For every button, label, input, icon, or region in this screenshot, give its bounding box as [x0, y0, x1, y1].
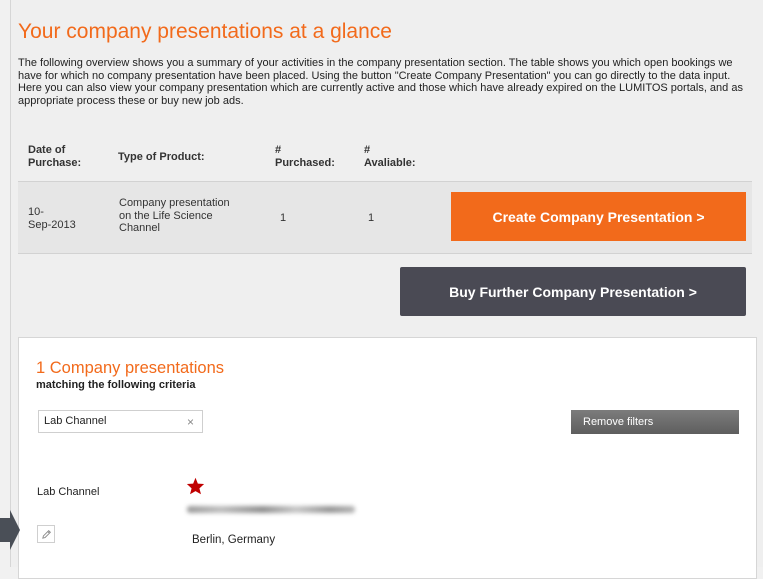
page-title: Your company presentations at a glance: [18, 20, 392, 43]
create-company-presentation-button[interactable]: Create Company Presentation >: [451, 192, 746, 241]
results-card: 1 Company presentations matching the fol…: [18, 337, 757, 579]
results-subtitle: matching the following criteria: [36, 379, 196, 391]
result-channel: Lab Channel: [37, 486, 100, 498]
intro-text: The following overview shows you a summa…: [18, 57, 743, 107]
cell-product: Company presentation on the Life Science…: [119, 197, 230, 234]
remove-filters-button[interactable]: Remove filters: [571, 410, 739, 434]
close-icon[interactable]: ×: [187, 415, 194, 429]
cell-available: 1: [368, 212, 375, 224]
redacted-company-name: [187, 506, 355, 513]
arrow-pointer-icon: [0, 510, 20, 550]
col-header-available: # Avaliable:: [364, 144, 416, 169]
col-header-purchased: # Purchased:: [275, 144, 335, 169]
filter-chip: Lab Channel ×: [38, 410, 203, 433]
col-header-date: Date of Purchase:: [28, 144, 82, 169]
buy-further-company-presentation-button[interactable]: Buy Further Company Presentation >: [400, 267, 746, 316]
col-header-type: Type of Product:: [118, 151, 205, 163]
results-title: 1 Company presentations: [36, 359, 225, 377]
result-location: Berlin, Germany: [192, 534, 276, 546]
edit-button[interactable]: [37, 525, 55, 543]
star-icon[interactable]: [186, 477, 205, 495]
filter-chip-label: Lab Channel: [44, 415, 107, 427]
cell-purchased: 1: [280, 212, 287, 224]
cell-date: 10- Sep-2013: [28, 206, 76, 231]
pencil-icon: [41, 529, 51, 539]
